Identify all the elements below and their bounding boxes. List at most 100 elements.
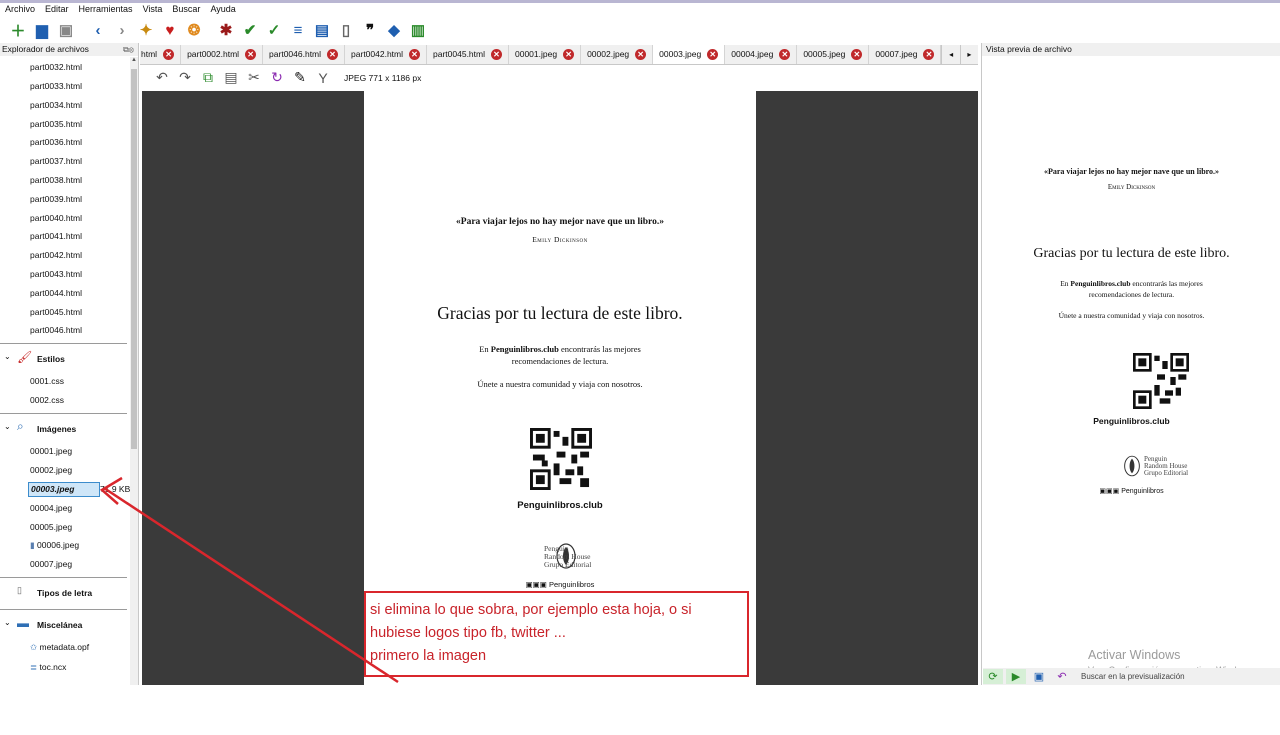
file-item[interactable]: part0044.html <box>30 285 82 301</box>
file-item[interactable]: ≣ toc.ncx <box>30 659 66 675</box>
heart-icon[interactable]: ♥ <box>160 20 180 40</box>
panel-float-close-icon[interactable]: ⧉⊗ <box>123 43 134 56</box>
refresh-preview-icon[interactable]: ⟳ <box>983 669 1003 684</box>
file-item-selected[interactable]: 00003.jpeg <box>28 482 100 497</box>
tab-scroll-right-icon[interactable]: ▸ <box>959 45 978 64</box>
undo-icon[interactable]: ↶ <box>152 68 172 88</box>
undo-preview-icon[interactable]: ↶ <box>1052 669 1072 684</box>
quote-icon[interactable]: ❞ <box>360 20 380 40</box>
close-icon[interactable]: ✕ <box>163 49 175 60</box>
tab-scroll-left-icon[interactable]: ◂ <box>941 45 960 64</box>
file-item[interactable]: part0038.html <box>30 172 82 188</box>
forward-icon[interactable]: › <box>112 20 132 40</box>
refresh-icon[interactable]: ↻ <box>267 68 287 88</box>
section-styles[interactable]: ⌄ 🖌 Estilos <box>0 343 127 372</box>
preview-social: ▣▣▣ Penguinlibros <box>1099 488 1164 495</box>
donate-icon[interactable]: ❂ <box>184 20 204 40</box>
tab[interactable]: 00004.jpeg ✕ <box>725 45 798 64</box>
erase-icon[interactable]: ◆ <box>384 20 404 40</box>
play-icon[interactable]: ▶ <box>1006 669 1026 684</box>
file-item[interactable]: 00002.jpeg <box>30 462 72 478</box>
chevron-down-icon[interactable]: ⌄ <box>4 352 11 361</box>
file-item[interactable]: part0045.html <box>30 304 82 320</box>
tab[interactable]: part0046.html ✕ <box>263 45 346 64</box>
menu-herramientas[interactable]: Herramientas <box>74 3 138 16</box>
pin-icon[interactable]: ✦ <box>136 20 156 40</box>
filter-icon[interactable]: Y <box>313 68 333 88</box>
tab[interactable]: 00002.jpeg ✕ <box>581 45 654 64</box>
file-item[interactable]: 00004.jpeg <box>30 500 72 516</box>
tab[interactable]: 00007.jpeg ✕ <box>869 45 942 64</box>
brush-icon: 🖌 <box>17 350 33 364</box>
tab[interactable]: part0002.html ✕ <box>181 45 264 64</box>
new-file-icon[interactable]: ＋ <box>8 20 28 40</box>
file-item[interactable]: part0033.html <box>30 78 82 94</box>
back-icon[interactable]: ‹ <box>88 20 108 40</box>
tab[interactable]: part0045.html ✕ <box>427 45 509 64</box>
book-icon[interactable]: ▤ <box>312 20 332 40</box>
font-icon[interactable]: ▯ <box>336 20 356 40</box>
menu-vista[interactable]: Vista <box>138 3 168 16</box>
file-item[interactable]: 00001.jpeg <box>30 443 72 459</box>
file-item[interactable]: part0039.html <box>30 191 82 207</box>
file-item[interactable]: part0032.html <box>30 59 82 75</box>
edit-icon[interactable]: ✎ <box>290 68 310 88</box>
file-item[interactable]: part0040.html <box>30 210 82 226</box>
close-icon[interactable]: ✕ <box>707 49 719 60</box>
menu-archivo[interactable]: Archivo <box>0 3 40 16</box>
file-item[interactable]: 0002.css <box>30 392 64 408</box>
file-item[interactable]: ✩ metadata.opf <box>30 639 89 655</box>
section-images[interactable]: ⌄ ⌕ Imágenes <box>0 413 127 442</box>
file-item[interactable]: part0034.html <box>30 97 82 113</box>
section-misc[interactable]: ⌄ ▬ Miscelánea <box>0 609 127 638</box>
open-icon[interactable]: ▆ <box>32 20 52 40</box>
close-icon[interactable]: ✕ <box>245 49 257 60</box>
file-item[interactable]: 0001.css <box>30 373 64 389</box>
close-icon[interactable]: ✕ <box>923 49 935 60</box>
file-item[interactable]: 00007.jpeg <box>30 556 72 572</box>
copy-icon[interactable]: ⧉ <box>198 68 218 88</box>
close-icon[interactable]: ✕ <box>563 49 575 60</box>
file-item[interactable]: part0043.html <box>30 266 82 282</box>
tab[interactable]: 00001.jpeg ✕ <box>509 45 582 64</box>
cut-icon[interactable]: ✂ <box>244 68 264 88</box>
file-item[interactable]: part0035.html <box>30 116 82 132</box>
file-item[interactable]: ▮ 00006.jpeg <box>30 537 79 553</box>
bars-icon[interactable]: ▥ <box>408 20 428 40</box>
tab[interactable]: part0042.html ✕ <box>345 45 428 64</box>
menu-ayuda[interactable]: Ayuda <box>205 3 240 16</box>
paste-icon[interactable]: ▤ <box>221 68 241 88</box>
close-icon[interactable]: ✕ <box>409 49 421 60</box>
save-preview-icon[interactable]: ▣ <box>1029 669 1049 684</box>
file-item[interactable]: 00005.jpeg <box>30 519 72 535</box>
tab[interactable]: 00005.jpeg ✕ <box>797 45 870 64</box>
explorer-scrollbar[interactable]: ▲ <box>130 57 138 685</box>
menu-editar[interactable]: Editar <box>40 3 74 16</box>
file-item[interactable]: part0041.html <box>30 228 82 244</box>
close-icon[interactable]: ✕ <box>491 49 502 60</box>
close-icon[interactable]: ✕ <box>851 49 863 60</box>
chevron-down-icon[interactable]: ⌄ <box>4 422 11 431</box>
close-icon[interactable]: ✕ <box>779 49 791 60</box>
file-item[interactable]: part0046.html <box>30 322 82 338</box>
save-icon[interactable]: ▣ <box>56 20 76 40</box>
toc-icon[interactable]: ≡ <box>288 20 308 40</box>
menu-buscar[interactable]: Buscar <box>167 3 205 16</box>
tab[interactable]: html ✕ <box>140 45 182 64</box>
close-icon[interactable]: ✕ <box>635 49 647 60</box>
file-item[interactable]: part0036.html <box>30 134 82 150</box>
check-icon[interactable]: ✓ <box>264 20 284 40</box>
close-icon[interactable]: ✕ <box>327 49 339 60</box>
bug-icon[interactable]: ✱ <box>216 20 236 40</box>
spellcheck-icon[interactable]: ✔ <box>240 20 260 40</box>
file-item[interactable]: part0037.html <box>30 153 82 169</box>
redo-icon[interactable]: ↷ <box>175 68 195 88</box>
tab-active[interactable]: 00003.jpeg ✕ <box>653 45 726 64</box>
section-fonts[interactable]: ▯ Tipos de letra <box>0 577 127 606</box>
scroll-up-icon[interactable]: ▲ <box>130 57 138 67</box>
page-quote: «Para viajar lejos no hay mejor nave que… <box>456 217 664 227</box>
file-item[interactable]: part0042.html <box>30 247 82 263</box>
scrollbar-thumb[interactable] <box>131 69 137 449</box>
social-icons: ▣▣▣ <box>1099 488 1120 495</box>
chevron-down-icon[interactable]: ⌄ <box>4 618 11 627</box>
